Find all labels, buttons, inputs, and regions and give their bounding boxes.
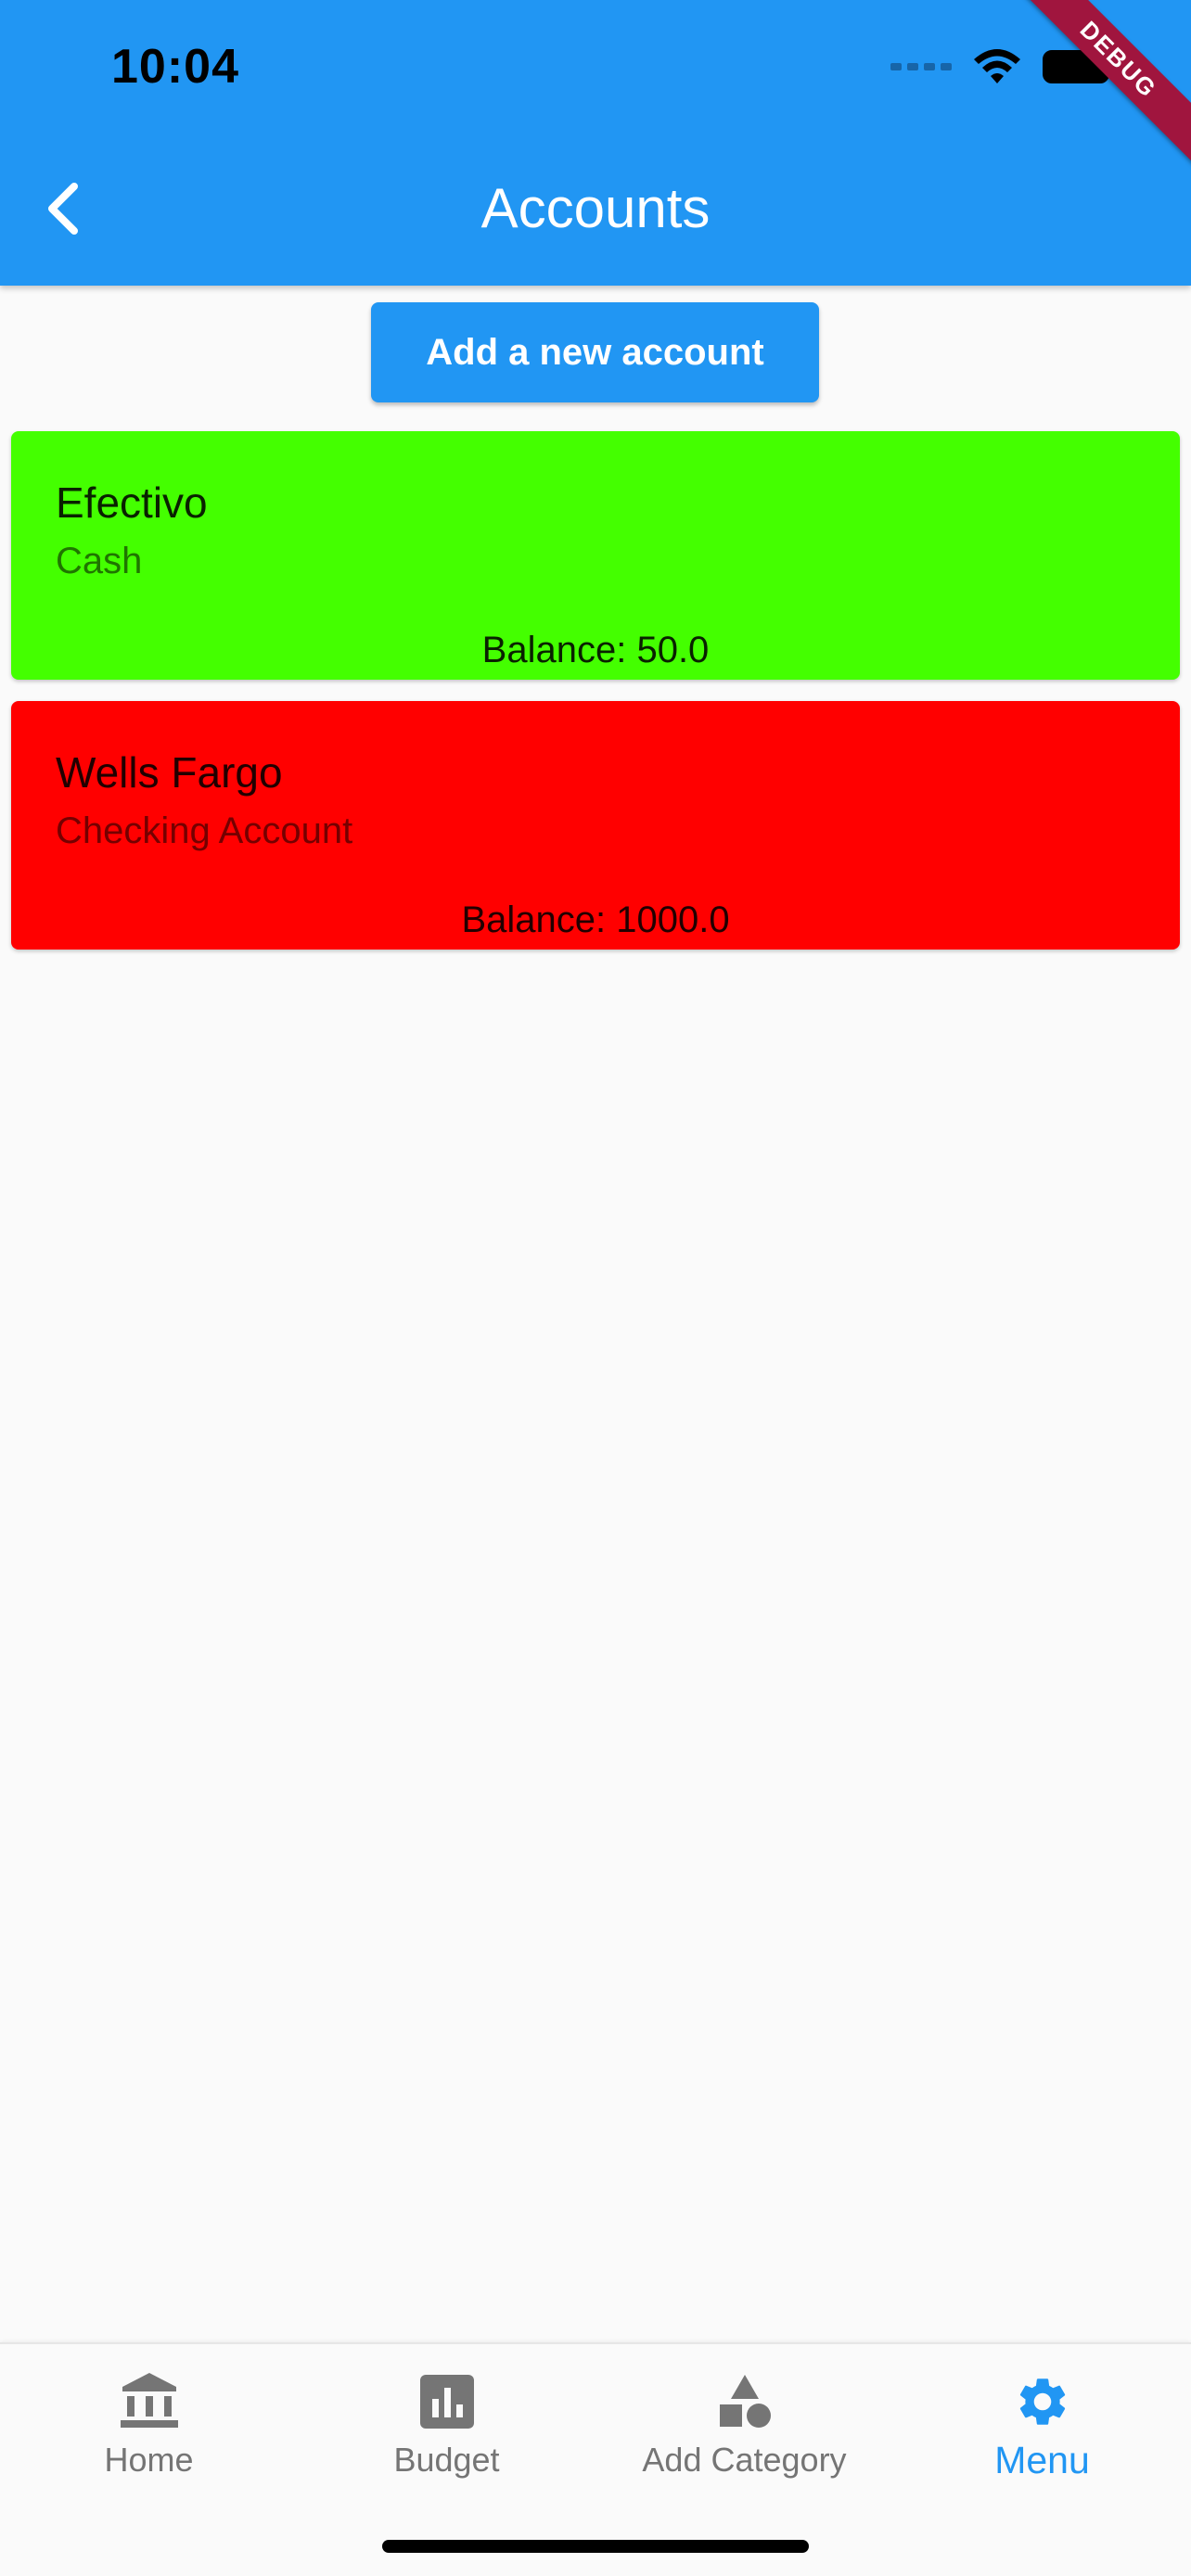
cellular-dots-icon <box>890 63 952 70</box>
account-balance: Balance: 1000.0 <box>461 899 730 940</box>
account-type: Checking Account <box>56 810 353 851</box>
nav-label-menu: Menu <box>994 2439 1090 2481</box>
account-name: Wells Fargo <box>56 748 283 797</box>
page-title: Accounts <box>480 177 711 239</box>
nav-item-home[interactable]: Home <box>0 2368 298 2498</box>
wifi-icon <box>974 49 1020 83</box>
nav-item-menu[interactable]: Menu <box>893 2368 1191 2498</box>
nav-label-home: Home <box>104 2441 194 2479</box>
status-time: 10:04 <box>111 40 239 94</box>
home-indicator[interactable] <box>382 2540 809 2553</box>
gear-icon <box>1009 2368 1076 2435</box>
nav-item-add-category[interactable]: Add Category <box>596 2368 893 2498</box>
nav-label-add-category: Add Category <box>642 2441 847 2479</box>
app-bar: 10:04 DEBUG Accounts <box>0 0 1191 286</box>
account-balance: Balance: 50.0 <box>481 630 710 670</box>
status-icons <box>890 46 1115 87</box>
category-shapes-icon <box>711 2368 778 2435</box>
account-name: Efectivo <box>56 478 208 527</box>
account-card-efectivo[interactable]: Efectivo Cash Balance: 50.0 <box>11 431 1180 680</box>
nav-label-budget: Budget <box>393 2441 500 2479</box>
bank-icon <box>116 2368 183 2435</box>
bar-chart-icon <box>414 2368 480 2435</box>
account-card-wells-fargo[interactable]: Wells Fargo Checking Account Balance: 10… <box>11 701 1180 950</box>
account-type: Cash <box>56 541 143 581</box>
nav-item-budget[interactable]: Budget <box>298 2368 596 2498</box>
add-account-button[interactable]: Add a new account <box>371 302 819 402</box>
debug-banner: DEBUG <box>992 0 1191 185</box>
